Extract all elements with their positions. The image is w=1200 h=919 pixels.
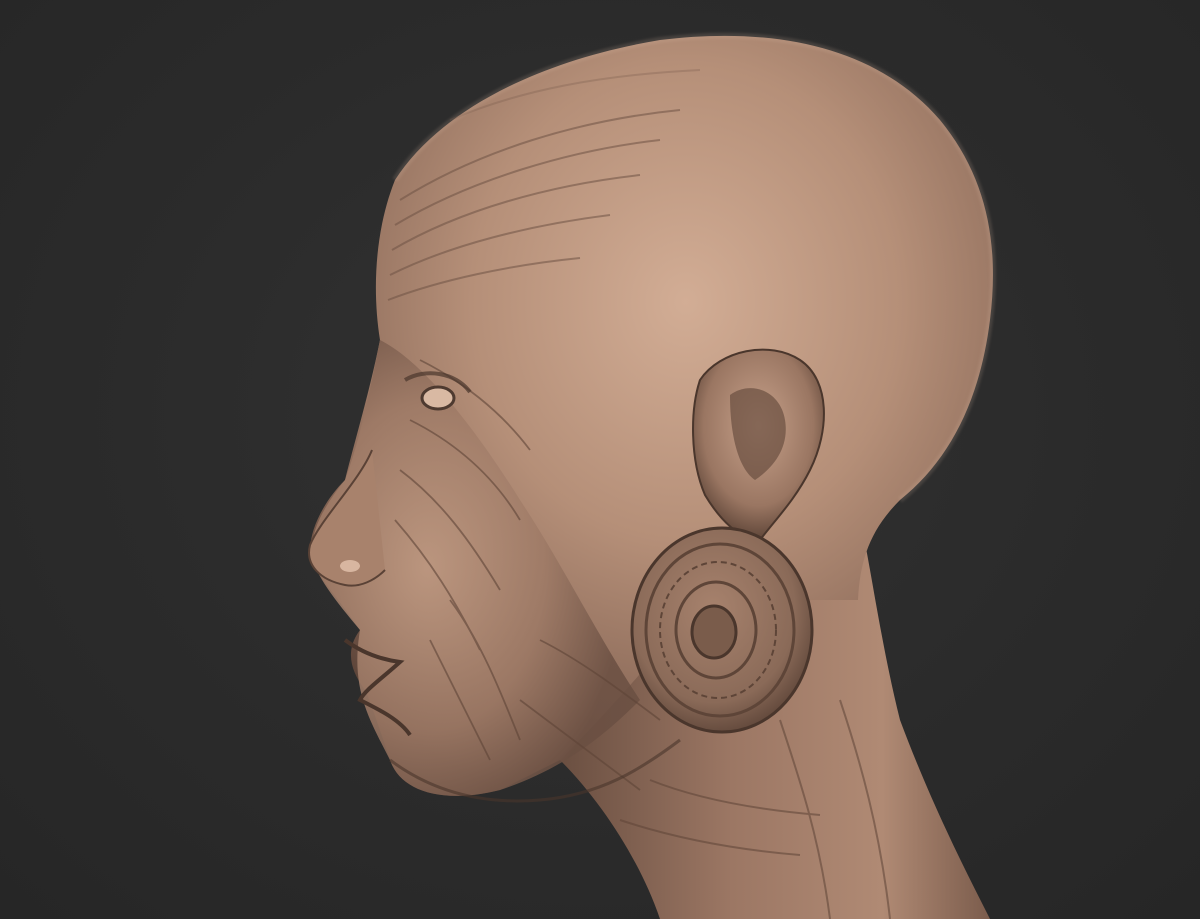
nostril <box>340 560 360 572</box>
sculpted-head <box>308 32 996 919</box>
earring-disc-icon <box>630 526 814 734</box>
sculpt-viewport <box>0 0 1200 919</box>
eye <box>420 385 456 411</box>
